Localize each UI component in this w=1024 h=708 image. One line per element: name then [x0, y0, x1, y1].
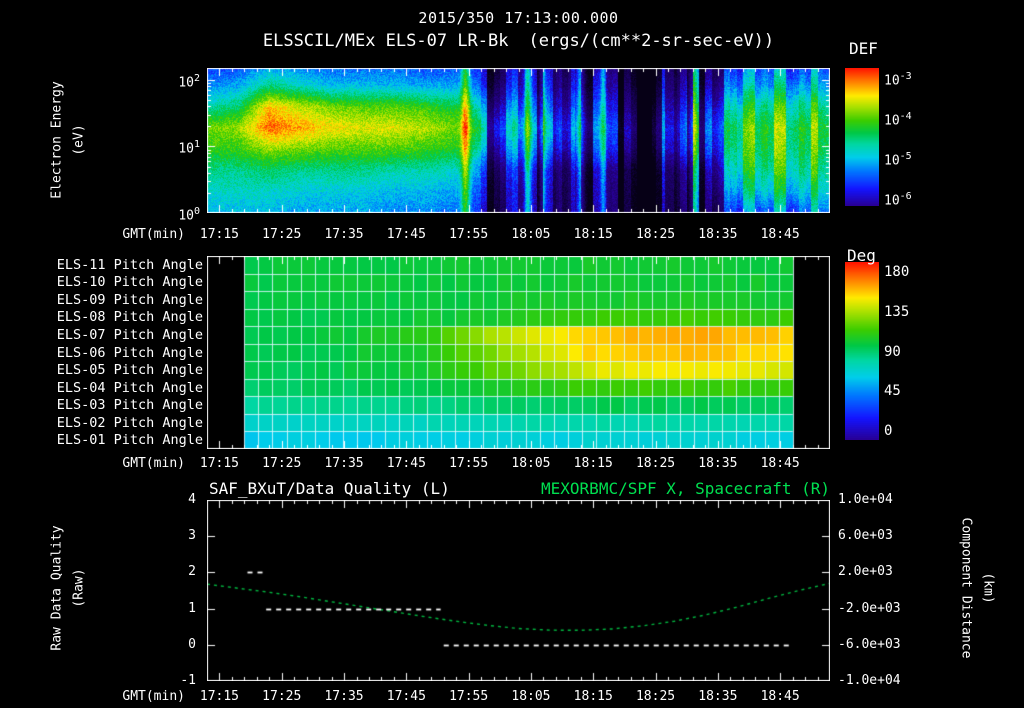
- pitch-angle-canvas: [207, 256, 830, 449]
- electron-energy-axis-units: (eV): [71, 124, 87, 156]
- electron-spectrogram-canvas: [207, 68, 830, 213]
- gmt-label-panel1: GMT(min): [122, 227, 185, 242]
- pitch-row-label: ELS-05 Pitch Angle: [56, 362, 203, 379]
- datetime-title: 2015/350 17:13:00.000: [418, 9, 619, 27]
- spectrogram-title: ELSSCIL/MEx ELS-07 LR-Bk (ergs/(cm**2-sr-…: [100, 31, 937, 51]
- raw-quality-axis-units: (Raw): [71, 568, 87, 608]
- component-distance-axis-label: Component Distance: [958, 517, 974, 659]
- gmt-label-panel3: GMT(min): [122, 689, 185, 704]
- def-colorbar-tick-label: 10-3: [884, 71, 912, 89]
- pitch-row-label: ELS-10 Pitch Angle: [56, 274, 203, 291]
- def-colorbar-tick-label: 10-6: [884, 191, 912, 209]
- deg-colorbar-tick-label: 90: [884, 343, 901, 360]
- pitch-row-label: ELS-07 Pitch Angle: [56, 326, 203, 343]
- time-tick-label: 18:15: [573, 456, 613, 471]
- def-colorbar-title: DEF: [849, 39, 878, 58]
- energy-tick-label: 100: [178, 206, 200, 224]
- spacecraft-series-title: MEXORBMC/SPF X, Spacecraft (R): [541, 479, 830, 498]
- deg-colorbar-tick-label: 0: [884, 423, 893, 440]
- deg-colorbar-tick-label: 45: [884, 383, 901, 400]
- raw-quality-tick-label: 4: [188, 492, 196, 507]
- pitch-row-label: ELS-09 Pitch Angle: [56, 291, 203, 308]
- time-tick-label: 17:35: [324, 456, 364, 471]
- time-tick-label: 18:45: [760, 227, 800, 242]
- distance-tick-label: 2.0e+03: [838, 564, 893, 580]
- time-tick-label: 18:35: [698, 456, 738, 471]
- def-colorbar-tick-label: 10-5: [884, 151, 912, 169]
- time-tick-label: 18:15: [573, 689, 613, 704]
- distance-tick-label: 1.0e+04: [838, 492, 893, 507]
- time-tick-label: 17:15: [199, 456, 240, 471]
- time-tick-label: 18:25: [635, 689, 676, 704]
- pitch-row-label: ELS-11 Pitch Angle: [56, 256, 203, 273]
- electron-energy-axis-label: Electron Energy: [49, 81, 65, 199]
- time-tick-label: 17:45: [386, 227, 426, 242]
- pitch-row-label: ELS-08 Pitch Angle: [56, 309, 203, 326]
- energy-tick-label: 102: [178, 72, 200, 91]
- distance-tick-label: -6.0e+03: [838, 636, 901, 652]
- time-tick-label: 18:35: [698, 689, 738, 704]
- pitch-row-label: ELS-01 Pitch Angle: [56, 432, 203, 449]
- pitch-row-label: ELS-04 Pitch Angle: [56, 379, 203, 396]
- spectrogram-title-text: ELSSCIL/MEx ELS-07 LR-Bk: [262, 31, 509, 51]
- time-tick-label: 17:55: [449, 456, 489, 471]
- deg-colorbar-tick-label: 180: [884, 264, 910, 280]
- quality-distance-canvas: [207, 500, 830, 681]
- raw-quality-tick-label: 1: [188, 600, 196, 616]
- raw-quality-tick-label: -1: [180, 673, 196, 688]
- deg-colorbar-title: Deg: [847, 246, 876, 265]
- distance-tick-label: -1.0e+04: [838, 673, 901, 688]
- spectrogram-units-text: (ergs/(cm**2-sr-sec-eV)): [528, 31, 775, 51]
- energy-tick-label: 101: [178, 139, 200, 157]
- raw-quality-tick-label: 2: [188, 564, 196, 580]
- raw-quality-tick-label: 3: [188, 528, 196, 544]
- time-tick-label: 18:25: [635, 227, 676, 242]
- def-colorbar-tick-label: 10-4: [884, 111, 912, 129]
- deg-colorbar-tick-label: 135: [884, 303, 910, 320]
- time-tick-label: 17:35: [324, 689, 364, 704]
- time-tick-label: 17:15: [199, 227, 240, 242]
- pitch-row-label: ELS-06 Pitch Angle: [56, 344, 203, 361]
- time-tick-label: 18:05: [511, 227, 551, 242]
- quality-series-title: SAF_BXuT/Data Quality (L): [209, 479, 450, 498]
- pitch-row-label: ELS-02 Pitch Angle: [56, 414, 203, 431]
- science-plot-display: 2015/350 17:13:00.000 ELSSCIL/MEx ELS-07…: [0, 0, 1024, 708]
- time-tick-label: 17:35: [324, 227, 364, 242]
- time-tick-label: 17:25: [262, 227, 302, 242]
- distance-tick-label: 6.0e+03: [838, 528, 893, 544]
- time-tick-label: 18:45: [760, 689, 800, 704]
- time-tick-label: 18:05: [511, 689, 551, 704]
- time-tick-label: 18:35: [698, 227, 738, 242]
- time-tick-label: 17:25: [262, 689, 302, 704]
- time-tick-label: 17:45: [386, 689, 426, 704]
- component-distance-axis-units: (km): [980, 572, 996, 604]
- time-tick-label: 18:15: [573, 227, 613, 242]
- def-colorbar-canvas: [845, 68, 879, 206]
- pitch-row-label: ELS-03 Pitch Angle: [56, 397, 203, 414]
- time-tick-label: 17:55: [449, 227, 489, 242]
- gmt-label-panel2: GMT(min): [122, 456, 185, 471]
- time-tick-label: 18:25: [635, 456, 676, 471]
- time-tick-label: 17:45: [386, 456, 426, 471]
- raw-quality-tick-label: 0: [188, 636, 196, 652]
- time-tick-label: 17:15: [199, 689, 240, 704]
- distance-tick-label: -2.0e+03: [838, 600, 901, 616]
- time-tick-label: 17:55: [449, 689, 489, 704]
- time-tick-label: 17:25: [262, 456, 302, 471]
- raw-quality-axis-label: Raw Data Quality: [49, 525, 65, 651]
- deg-colorbar-canvas: [845, 262, 879, 440]
- time-tick-label: 18:05: [511, 456, 551, 471]
- time-tick-label: 18:45: [760, 456, 800, 471]
